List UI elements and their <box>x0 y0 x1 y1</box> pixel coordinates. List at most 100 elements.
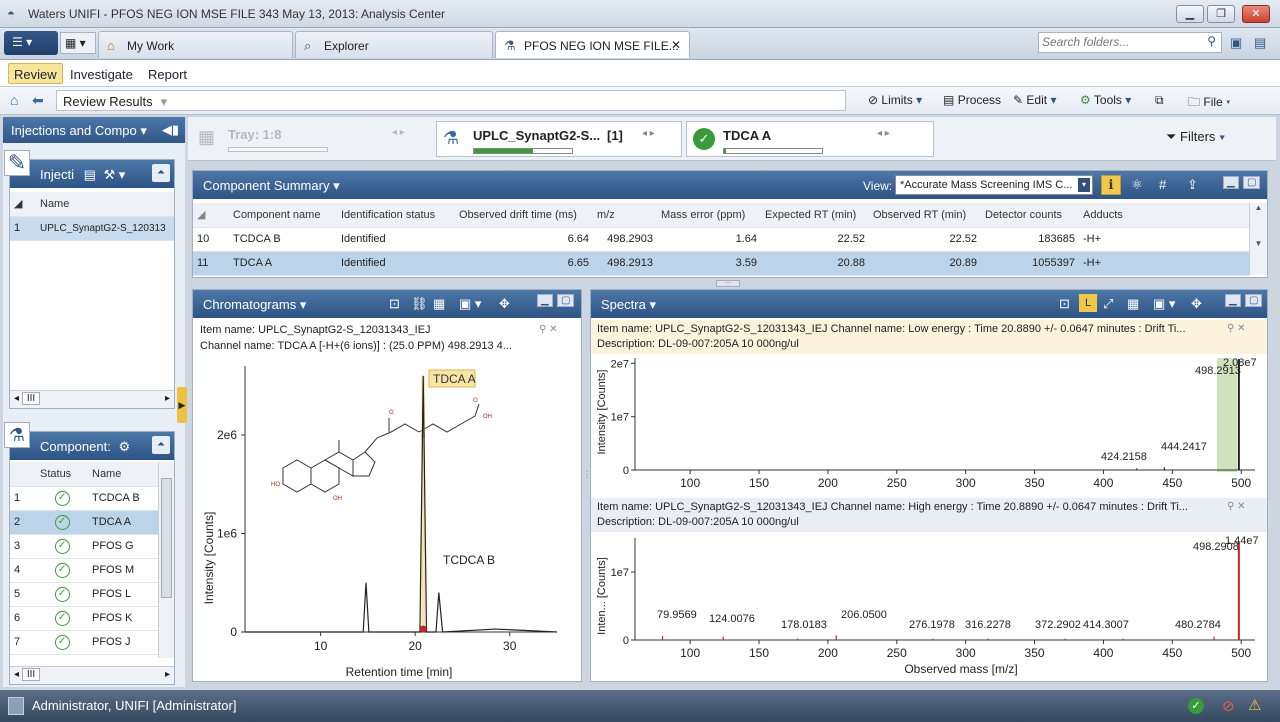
status-user[interactable]: Administrator, UNIFI [Administrator] <box>32 698 236 713</box>
col-mass-error[interactable]: Mass error (ppm) <box>657 203 761 228</box>
spectra-title[interactable]: Spectra <box>601 297 646 312</box>
process-button[interactable]: ▤ Process <box>943 93 1001 107</box>
summary-dropdown-icon[interactable]: ▾ <box>333 178 340 193</box>
chrom-display-icon[interactable]: ▣ ▾ <box>459 296 481 312</box>
injection-row[interactable]: 1 UPLC_SynaptG2-S_120313 <box>10 216 174 241</box>
info-icon[interactable]: ℹ <box>1101 175 1121 195</box>
chrom-link-icon[interactable]: ⛓ <box>411 296 428 312</box>
ribbon-report[interactable]: Report <box>142 63 193 84</box>
panel-maximize-icon[interactable]: ▢ <box>1243 176 1261 189</box>
view-select[interactable]: *Accurate Mass Screening IMS C... ▾ <box>895 175 1093 195</box>
components-vscrollbar[interactable] <box>158 462 174 658</box>
tools-button[interactable]: ⚙ Tools ▾ <box>1080 93 1131 107</box>
component-row[interactable]: 4 ✓ PFOS M <box>10 558 158 583</box>
high-pin-icon[interactable]: ⚲ ✕ <box>1227 501 1245 512</box>
col-mz[interactable]: m/z <box>593 203 657 228</box>
close-tab-icon[interactable]: ✕ <box>671 38 681 52</box>
file-button[interactable]: 🗀 File ▾ <box>1188 93 1231 114</box>
status-stop-icon[interactable]: ⊘ <box>1222 697 1235 715</box>
chromatograms-title[interactable]: Chromatograms <box>203 297 296 312</box>
close-window-button[interactable]: ✕ <box>1242 5 1270 23</box>
components-hscrollbar[interactable]: ◂ III ▸ <box>10 666 174 684</box>
col-drift-time[interactable]: Observed drift time (ms) <box>455 203 593 228</box>
injection-tool-icon[interactable]: ⚒ ▾ <box>104 167 126 182</box>
status-ok-icon[interactable]: ✓ <box>1188 698 1204 714</box>
breadcrumb[interactable]: Review Results ▾ <box>56 90 846 111</box>
components-collapse-icon[interactable]: ⏶ <box>152 436 170 454</box>
injection-nav-icon[interactable]: ◂ ▸ <box>642 128 655 139</box>
view-dropdown-icon[interactable]: ▾ <box>1078 178 1090 192</box>
panel-minimize-icon[interactable]: ▁ <box>1223 176 1239 189</box>
components-col-name[interactable]: Name <box>88 462 158 487</box>
injections-collapse-icon[interactable]: ⏶ <box>152 164 170 182</box>
hash-icon[interactable]: # <box>1159 177 1166 192</box>
row-splitter-handle-icon[interactable]: ··· <box>716 280 740 287</box>
search-icon[interactable]: ⚲ <box>1207 34 1216 48</box>
spectra-dropdown-icon[interactable]: ▾ <box>649 297 656 312</box>
chromatogram-plot[interactable]: HO OH N O O OH 0 1e6 2e6 10 20 30 TDCA A TCDC… <box>193 358 581 680</box>
home-nav-icon[interactable]: ⌂ <box>10 92 18 108</box>
component-nav-icon[interactable]: ◂ ▸ <box>877 128 890 139</box>
spectra-move-icon[interactable]: ✥ <box>1191 296 1202 312</box>
summary-row[interactable]: 10 TCDCA B Identified 6.64 498.2903 1.64… <box>193 227 1249 252</box>
low-pin-icon[interactable]: ⚲ ✕ <box>1227 323 1245 334</box>
app-menu-button[interactable]: ☰ ▾ <box>4 31 58 55</box>
injection-list-icon[interactable]: ▤ <box>84 167 96 182</box>
injection-selector[interactable]: ⚗ UPLC_SynaptG2-S... [1] ◂ ▸ <box>436 121 682 157</box>
spectra-annotate-icon[interactable]: ⊡ <box>1059 296 1070 312</box>
breadcrumb-chevron-icon[interactable]: ▾ <box>161 94 168 109</box>
chrom-pin-icon[interactable]: ⚲ ✕ <box>539 324 557 335</box>
tray-selector[interactable]: ▦ Tray: 1:8 ◂ ▸ <box>192 121 432 157</box>
tab-explorer[interactable]: ⌕ Explorer <box>295 31 493 58</box>
component-row[interactable]: 1 ✓ TCDCA B <box>10 486 158 511</box>
col-detector-counts[interactable]: Detector counts <box>981 203 1079 228</box>
tab-analysis-file[interactable]: ⚗ PFOS NEG ION MSE FILE... ✕ <box>495 31 690 58</box>
molecule-icon[interactable]: ⚛ <box>1131 177 1143 193</box>
low-energy-spectrum[interactable]: 0 1e7 2e7 100 150 200 250 300 350 400 450 500 Inten… <box>591 354 1267 494</box>
component-tool-icon[interactable]: ⚙ <box>118 439 130 454</box>
maximize-button[interactable]: ❐ <box>1207 5 1235 23</box>
col-identification-status[interactable]: Identification status <box>337 203 455 228</box>
chrom-maximize-icon[interactable]: ▢ <box>557 294 575 307</box>
options-icon[interactable]: ▤ <box>1254 35 1266 51</box>
components-col-status[interactable]: Status <box>36 462 88 487</box>
vertical-splitter-icon[interactable]: ⋮ <box>583 470 591 500</box>
limits-button[interactable]: ⊘ Limits ▾ <box>868 93 922 107</box>
col-observed-rt[interactable]: Observed RT (min) <box>869 203 981 228</box>
component-row[interactable]: 3 ✓ PFOS G <box>10 534 158 559</box>
chrom-annotate-icon[interactable]: ⊡ <box>389 296 400 312</box>
back-arrow-icon[interactable]: ⬅ <box>32 92 44 109</box>
col-component-name[interactable]: Component name <box>229 203 337 228</box>
injections-hscrollbar[interactable]: ◂ III ▸ <box>10 390 174 408</box>
tray-nav-icon[interactable]: ◂ ▸ <box>392 127 405 138</box>
status-warning-icon[interactable]: ⚠ <box>1248 696 1261 714</box>
spectra-display-icon[interactable]: ▣ ▾ <box>1153 296 1175 312</box>
collapse-panel-icon[interactable]: ◀▮ <box>162 122 179 138</box>
panel-layout-icon[interactable]: ▣ <box>1230 35 1242 51</box>
components-vscroll-thumb[interactable] <box>161 478 172 598</box>
col-expected-rt[interactable]: Expected RT (min) <box>761 203 869 228</box>
spectra-label-icon[interactable]: L <box>1079 294 1097 312</box>
spectra-maximize-icon[interactable]: ▢ <box>1245 294 1263 307</box>
chrom-minimize-icon[interactable]: ▁ <box>537 294 553 307</box>
injections-scroll-thumb[interactable]: III <box>21 392 41 405</box>
ribbon-review[interactable]: Review <box>8 63 63 84</box>
chrom-move-icon[interactable]: ✥ <box>499 296 510 312</box>
layout-grid-icon[interactable]: ▦ ▾ <box>60 32 96 54</box>
spectra-table-icon[interactable]: ▦ <box>1127 296 1139 312</box>
component-row[interactable]: 7 ✓ PFOS J <box>10 630 158 655</box>
component-selector[interactable]: ✓ TDCA A ◂ ▸ <box>686 121 934 157</box>
col-adducts[interactable]: Adducts <box>1079 203 1249 228</box>
spectra-zoom-icon[interactable]: ⤢ <box>1103 296 1113 312</box>
component-row[interactable]: 6 ✓ PFOS K <box>10 606 158 631</box>
search-folders-input[interactable] <box>1042 33 1192 51</box>
spectra-minimize-icon[interactable]: ▁ <box>1225 294 1241 307</box>
copy-icon[interactable]: ⧉ <box>1155 93 1164 108</box>
component-summary-title[interactable]: Component Summary <box>203 178 329 193</box>
summary-vscrollbar[interactable]: ▲ ▼ <box>1249 203 1267 275</box>
component-row-selected[interactable]: 2 ✓ TDCA A <box>10 510 158 535</box>
component-row[interactable]: 5 ✓ PFOS L <box>10 582 158 607</box>
chrom-dropdown-icon[interactable]: ▾ <box>300 297 307 312</box>
splitter-handle-icon[interactable]: ▶ <box>177 387 187 423</box>
minimize-button[interactable]: ▁ <box>1176 5 1204 23</box>
